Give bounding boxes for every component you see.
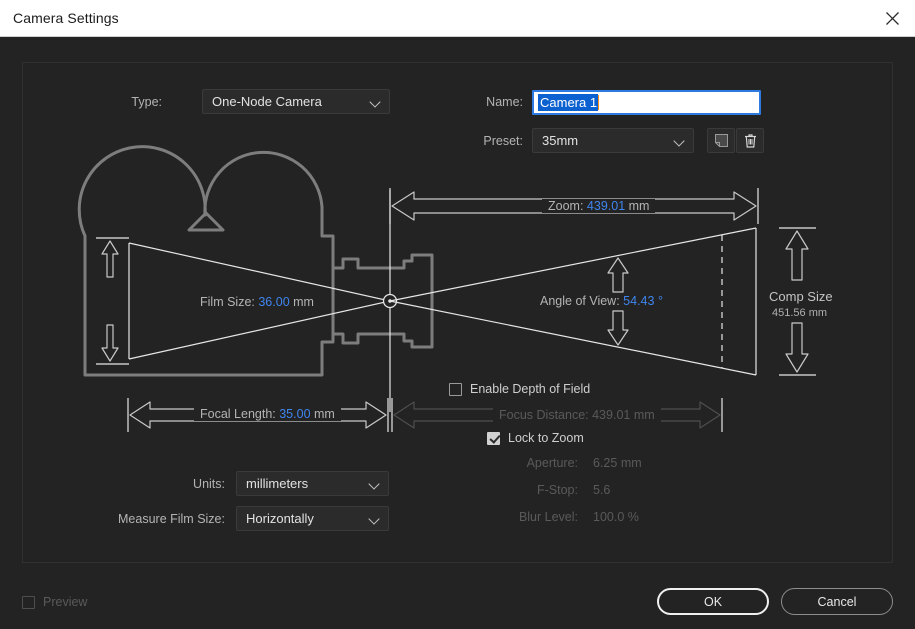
blur-level-value: 100.0: [593, 510, 625, 524]
save-preset-icon[interactable]: [707, 128, 735, 153]
focal-length-value: 35.00: [279, 407, 311, 421]
name-input-value: Camera 1: [538, 94, 599, 111]
aperture-label: Aperture:: [526, 456, 578, 470]
blur-level-label: Blur Level:: [518, 510, 578, 524]
close-icon[interactable]: [869, 0, 915, 36]
focus-distance-label: Focus Distance:: [499, 408, 589, 422]
preview-label: Preview: [43, 595, 88, 609]
zoom-value: 439.01: [586, 199, 626, 213]
lock-to-zoom-checkbox[interactable]: Lock to Zoom: [487, 431, 584, 445]
lock-to-zoom-label: Lock to Zoom: [508, 431, 584, 445]
title-bar: Camera Settings: [0, 0, 915, 37]
enable-depth-of-field-checkbox[interactable]: Enable Depth of Field: [449, 382, 590, 396]
checkbox-box: [449, 382, 462, 396]
trash-icon[interactable]: [736, 128, 764, 153]
name-label: Name:: [486, 95, 523, 109]
preset-select-value: 35mm: [542, 133, 579, 148]
measure-film-size-value: Horizontally: [246, 511, 314, 526]
units-select-value: millimeters: [246, 476, 309, 491]
angle-of-view-value: 54.43: [623, 294, 655, 308]
text-caret: [598, 95, 600, 110]
f-stop-label: F-Stop:: [537, 483, 578, 497]
focus-distance-value: 439.01: [592, 408, 631, 422]
window-title: Camera Settings: [13, 10, 119, 26]
zoom-label: Zoom:: [548, 199, 584, 213]
film-size-readout[interactable]: Film Size: 36.00 mm: [194, 295, 320, 309]
ok-button-label: OK: [703, 594, 723, 609]
focus-distance-readout[interactable]: Focus Distance: 439.01 mm: [493, 408, 661, 422]
focus-distance-unit: mm: [633, 408, 655, 422]
preset-label: Preset:: [483, 134, 523, 148]
chevron-down-icon: [371, 97, 380, 106]
checkbox-box: [22, 595, 35, 609]
angle-of-view-unit: °: [657, 294, 663, 308]
type-select-value: One-Node Camera: [212, 94, 322, 109]
film-size-label: Film Size:: [200, 295, 255, 309]
comp-size-value: 451.56 mm: [772, 307, 828, 319]
chevron-down-icon: [675, 136, 684, 145]
film-size-value: 36.00: [258, 295, 290, 309]
cancel-button[interactable]: Cancel: [781, 588, 893, 615]
enable-depth-of-field-label: Enable Depth of Field: [470, 382, 591, 396]
checkbox-box: [487, 431, 500, 445]
comp-size-label: Comp Size: [769, 289, 833, 304]
aperture-readout[interactable]: 6.25 mm: [593, 456, 642, 470]
aperture-value: 6.25: [593, 456, 618, 470]
camera-settings-dialog: Camera Settings .cam { fill:none; stroke…: [0, 0, 915, 629]
blur-level-unit: %: [627, 510, 639, 524]
film-size-unit: mm: [293, 295, 314, 309]
preset-select[interactable]: 35mm: [532, 128, 694, 153]
f-stop-value: 5.6: [593, 483, 611, 497]
f-stop-readout[interactable]: 5.6: [593, 483, 610, 497]
focal-length-label: Focal Length:: [200, 407, 276, 421]
units-select[interactable]: millimeters: [236, 471, 389, 496]
chevron-down-icon: [370, 514, 379, 523]
name-input[interactable]: Camera 1: [532, 90, 761, 115]
zoom-readout[interactable]: Zoom: 439.01 mm: [542, 199, 656, 213]
type-label: Type:: [131, 95, 162, 109]
preview-checkbox[interactable]: Preview: [22, 595, 87, 609]
chevron-down-icon: [370, 479, 379, 488]
blur-level-readout[interactable]: 100.0 %: [593, 510, 639, 524]
focal-length-readout[interactable]: Focal Length: 35.00 mm: [194, 407, 341, 421]
focal-length-unit: mm: [314, 407, 335, 421]
aperture-unit: mm: [620, 456, 642, 470]
angle-of-view-label: Angle of View:: [540, 294, 620, 308]
ok-button[interactable]: OK: [657, 588, 769, 615]
measure-film-size-label: Measure Film Size:: [118, 512, 225, 526]
measure-film-size-select[interactable]: Horizontally: [236, 506, 389, 531]
angle-of-view-readout[interactable]: Angle of View: 54.43 °: [534, 294, 669, 308]
cancel-button-label: Cancel: [817, 594, 857, 609]
units-label: Units:: [193, 477, 225, 491]
type-select[interactable]: One-Node Camera: [202, 89, 390, 114]
zoom-unit: mm: [628, 199, 650, 213]
